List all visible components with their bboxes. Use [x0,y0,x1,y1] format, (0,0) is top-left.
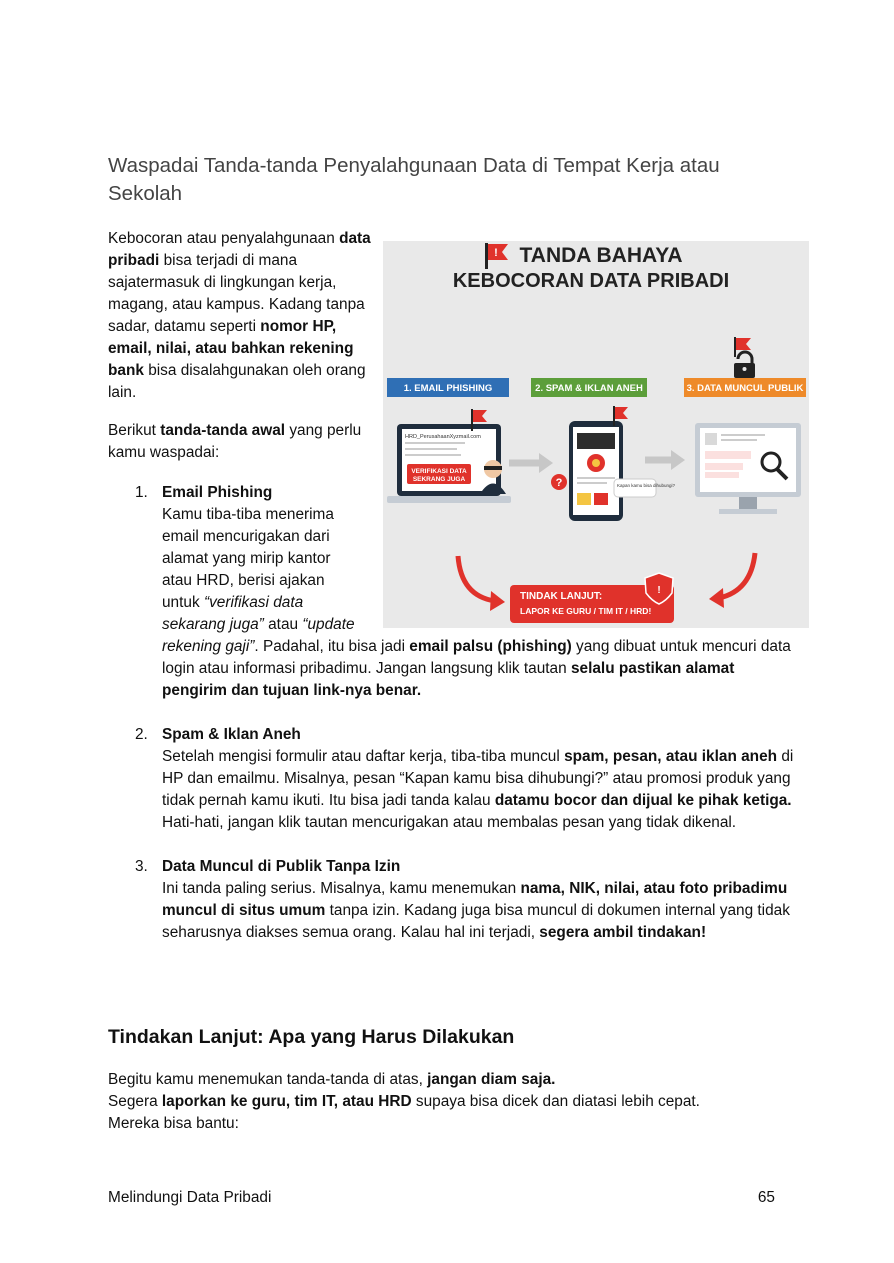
text: Hati-hati, jangan klik tautan mencurigak… [162,814,737,831]
footer-title: Melindungi Data Pribadi [108,1189,272,1206]
label-spam: 2. SPAM & IKLAN ANEH [535,383,643,394]
closing-line: Begitu kamu menemukan tanda-tanda di ata… [108,1069,788,1091]
bold-text: laporkan ke guru, tim IT, atau HRD [161,1093,412,1110]
text: supaya bisa dicek dan diatasi lebih cepa… [411,1093,700,1110]
text: Kebocoran atau penyalahgunaan [108,230,340,247]
list-item: 3. Data Muncul di Publik Tanpa Izin Ini … [108,856,798,944]
page-number: 65 [757,1189,775,1206]
verif-text-1: VERIFIKASI DATA [411,468,467,475]
infographic-title-2: KEBOCORAN DATA PRIBADI [453,270,729,292]
text: Berikut [108,422,161,439]
intro-paragraph: Kebocoran atau penyalahgunaan data priba… [108,228,378,404]
section-heading: Waspadai Tanda-tanda Penyalahgunaan Data… [108,154,720,205]
infographic-title-1: TANDA BAHAYA [520,244,683,267]
list-item: 1. Email Phishing Kamu tiba-tiba menerim… [108,482,798,702]
list-number: 1. [135,484,148,501]
bold-text: jangan diam saja. [427,1071,556,1088]
text: Setelah mengisi formulir atau daftar ker… [162,748,565,765]
list-item-title: Data Muncul di Publik Tanpa Izin [162,858,401,875]
list-item-title: Spam & Iklan Aneh [162,726,301,743]
closing-line: Segera laporkan ke guru, tim IT, atau HR… [108,1091,788,1113]
svg-text:!: ! [494,247,498,259]
section-heading-2: Tindakan Lanjut: Apa yang Harus Dilakuka… [108,1026,515,1048]
warning-sign-list: 1. Email Phishing Kamu tiba-tiba menerim… [108,482,798,944]
bold-text: segera ambil tindakan! [539,924,707,941]
closing-line: Mereka bisa bantu: [108,1115,239,1132]
list-item-body: Setelah mengisi formulir atau daftar ker… [162,746,798,834]
list-number: 3. [135,858,148,875]
label-email-phishing: 1. EMAIL PHISHING [404,383,493,394]
bold-text: datamu bocor dan dijual ke pihak ketiga. [494,792,792,809]
text: atau [263,616,303,633]
text: Segera [108,1093,162,1110]
bold-text: tanda-tanda awal [160,422,286,439]
label-data-publik: 3. DATA MUNCUL PUBLIK [687,383,804,394]
text: . Padahal, itu bisa jadi [254,638,410,655]
list-item: 2. Spam & Iklan Aneh Setelah mengisi for… [108,724,798,834]
bold-text: spam, pesan, atau iklan aneh [564,748,778,765]
email-address: HRD_PerusahaanXyzmail.com [405,434,481,440]
bold-text: email palsu (phishing) [409,638,572,655]
closing-paragraph: Begitu kamu menemukan tanda-tanda di ata… [108,1069,788,1135]
text: bisa disalahgunakan oleh orang lain. [108,362,366,401]
text: Ini tanda paling serius. Misalnya, kamu … [162,880,521,897]
document-page: Waspadai Tanda-tanda Penyalahgunaan Data… [0,0,894,1263]
list-item-body: Ini tanda paling serius. Misalnya, kamu … [162,878,798,944]
list-number: 2. [135,726,148,743]
intro-paragraph-2: Berikut tanda-tanda awal yang perlu kamu… [108,420,378,464]
text: Begitu kamu menemukan tanda-tanda di ata… [108,1071,428,1088]
